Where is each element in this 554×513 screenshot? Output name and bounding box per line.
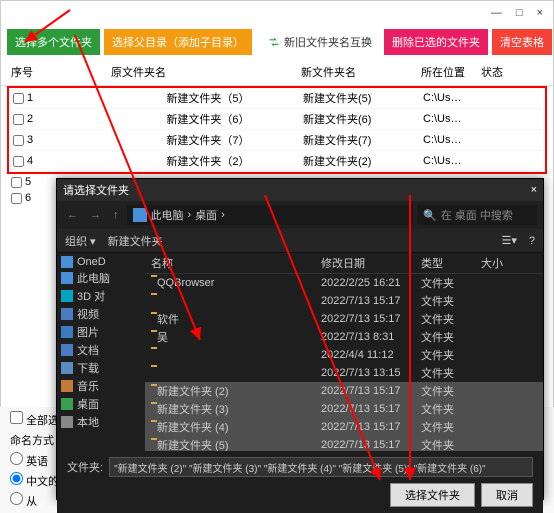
- nav-fwd-icon[interactable]: →: [86, 207, 105, 223]
- col-seq: 序号: [7, 61, 47, 83]
- search-box[interactable]: 🔍 在 桌面 中搜索: [417, 205, 537, 225]
- dialog-bottom: 文件夹: 选择文件夹 取消: [57, 451, 543, 513]
- ico-video-icon: [61, 308, 73, 320]
- file-row[interactable]: 新建文件夹 (2)2022/7/13 15:17文件夹: [145, 382, 543, 400]
- filename-label: 文件夹:: [67, 459, 103, 475]
- breadcrumb[interactable]: 此电脑 › 桌面 ›: [127, 205, 414, 225]
- ico-desk-icon: [61, 398, 73, 410]
- file-row[interactable]: 2022/4/4 11:12文件夹: [145, 346, 543, 364]
- naming-label: 命名方式: [10, 432, 54, 448]
- sidebar-item[interactable]: 此电脑: [57, 269, 145, 287]
- file-row[interactable]: 新建文件夹 (4)2022/7/13 15:17文件夹: [145, 418, 543, 436]
- view-icon[interactable]: ☰▾: [501, 234, 516, 247]
- ico-down-icon: [61, 362, 73, 374]
- select-folder-ok-button[interactable]: 选择文件夹: [390, 483, 475, 507]
- file-row[interactable]: 软件2022/7/13 15:17文件夹: [145, 310, 543, 328]
- col-new-name: 新文件夹名: [297, 61, 417, 83]
- pc-icon: [133, 208, 147, 222]
- sidebar-item[interactable]: 下载: [57, 359, 145, 377]
- file-row[interactable]: 吴2022/7/13 8:31文件夹: [145, 328, 543, 346]
- dialog-nav: ← → ↑ 此电脑 › 桌面 › 🔍 在 桌面 中搜索: [57, 201, 543, 229]
- minimize-button[interactable]: —: [491, 7, 502, 19]
- file-row[interactable]: 2022/7/13 15:17文件夹: [145, 292, 543, 310]
- sidebar-item[interactable]: 本地: [57, 413, 145, 431]
- file-list: 名称 修改日期 类型 大小 QQBrowser2022/2/25 16:21文件…: [145, 253, 543, 451]
- sidebar-item[interactable]: 3D 对: [57, 287, 145, 305]
- select-parent-dir-button[interactable]: 选择父目录（添加子目录）: [104, 29, 252, 55]
- new-folder-button[interactable]: 新建文件夹: [108, 233, 163, 249]
- close-button[interactable]: ×: [537, 7, 543, 19]
- file-row[interactable]: 2022/7/13 13:15文件夹: [145, 364, 543, 382]
- table-row[interactable]: 2新建文件夹（6）新建文件夹(6)C:\Us…: [9, 109, 545, 130]
- col-old-name: 原文件夹名: [107, 61, 297, 83]
- maximize-button[interactable]: □: [516, 7, 523, 19]
- file-row[interactable]: 新建文件夹 (5)2022/7/13 15:17文件夹: [145, 436, 543, 451]
- ico-pc-icon: [61, 272, 73, 284]
- nav-back-icon[interactable]: ←: [63, 207, 82, 223]
- lang-en-radio[interactable]: 英语: [10, 452, 48, 469]
- file-row[interactable]: 新建文件夹 (3)2022/7/13 15:17文件夹: [145, 400, 543, 418]
- filename-input[interactable]: [109, 457, 533, 477]
- delete-selected-button[interactable]: 删除已选的文件夹: [384, 29, 488, 55]
- ico-cloud-icon: [61, 256, 73, 268]
- dialog-title: 请选择文件夹: [63, 182, 129, 198]
- title-bar: — □ ×: [1, 1, 553, 25]
- help-icon[interactable]: ?: [529, 235, 535, 247]
- nav-up-icon[interactable]: ↑: [109, 207, 123, 223]
- row-checkbox[interactable]: [11, 193, 22, 204]
- sidebar-item[interactable]: 文档: [57, 341, 145, 359]
- col-location: 所在位置: [417, 61, 477, 83]
- ico-music-icon: [61, 380, 73, 392]
- ico-pic-icon: [61, 326, 73, 338]
- organize-menu[interactable]: 组织 ▾: [65, 233, 96, 249]
- ico-3d-icon: [61, 290, 73, 302]
- file-list-header: 名称 修改日期 类型 大小: [145, 253, 543, 274]
- dialog-toolbar: 组织 ▾ 新建文件夹 ☰▾ ?: [57, 229, 543, 253]
- row-checkbox[interactable]: [13, 156, 24, 167]
- clear-table-button[interactable]: 清空表格: [492, 29, 552, 55]
- table-row[interactable]: 1新建文件夹（5）新建文件夹(5)C:\Us…: [9, 88, 545, 109]
- select-multi-folder-button[interactable]: 选择多个文件夹: [7, 29, 100, 55]
- swap-icon: [268, 36, 280, 48]
- ico-doc-icon: [61, 344, 73, 356]
- search-icon: 🔍: [423, 209, 437, 222]
- sidebar-item[interactable]: OneD: [57, 255, 145, 269]
- dialog-sidebar: OneD此电脑3D 对视频图片文档下载音乐桌面本地: [57, 253, 145, 451]
- table-header: 序号 原文件夹名 新文件夹名 所在位置 状态: [1, 59, 553, 86]
- folder-picker-dialog: 请选择文件夹 × ← → ↑ 此电脑 › 桌面 › 🔍 在 桌面 中搜索 组织 …: [56, 178, 544, 500]
- col-status: 状态: [477, 61, 517, 83]
- sidebar-item[interactable]: 图片: [57, 323, 145, 341]
- from-radio[interactable]: 从: [10, 492, 37, 509]
- row-checkbox[interactable]: [13, 93, 24, 104]
- cancel-button[interactable]: 取消: [481, 483, 533, 507]
- sidebar-item[interactable]: 音乐: [57, 377, 145, 395]
- dialog-close-button[interactable]: ×: [531, 184, 537, 196]
- lang-cn-radio[interactable]: 中文的: [10, 472, 59, 489]
- sidebar-item[interactable]: 视频: [57, 305, 145, 323]
- ico-disk-icon: [61, 416, 73, 428]
- file-row[interactable]: QQBrowser2022/2/25 16:21文件夹: [145, 274, 543, 292]
- row-checkbox[interactable]: [13, 135, 24, 146]
- sidebar-item[interactable]: 桌面: [57, 395, 145, 413]
- dialog-title-bar: 请选择文件夹 ×: [57, 179, 543, 201]
- main-toolbar: 选择多个文件夹 选择父目录（添加子目录） 新旧文件夹名互换 删除已选的文件夹 清…: [1, 25, 553, 59]
- row-checkbox[interactable]: [13, 114, 24, 125]
- table-row[interactable]: 3新建文件夹（7）新建文件夹(7)C:\Us…: [9, 130, 545, 151]
- table-row[interactable]: 4新建文件夹（2）新建文件夹(2)C:\Us…: [9, 151, 545, 172]
- table-rows-highlighted: 1新建文件夹（5）新建文件夹(5)C:\Us…2新建文件夹（6）新建文件夹(6)…: [7, 86, 547, 174]
- swap-names-button[interactable]: 新旧文件夹名互换: [260, 29, 380, 55]
- row-checkbox[interactable]: [11, 177, 22, 188]
